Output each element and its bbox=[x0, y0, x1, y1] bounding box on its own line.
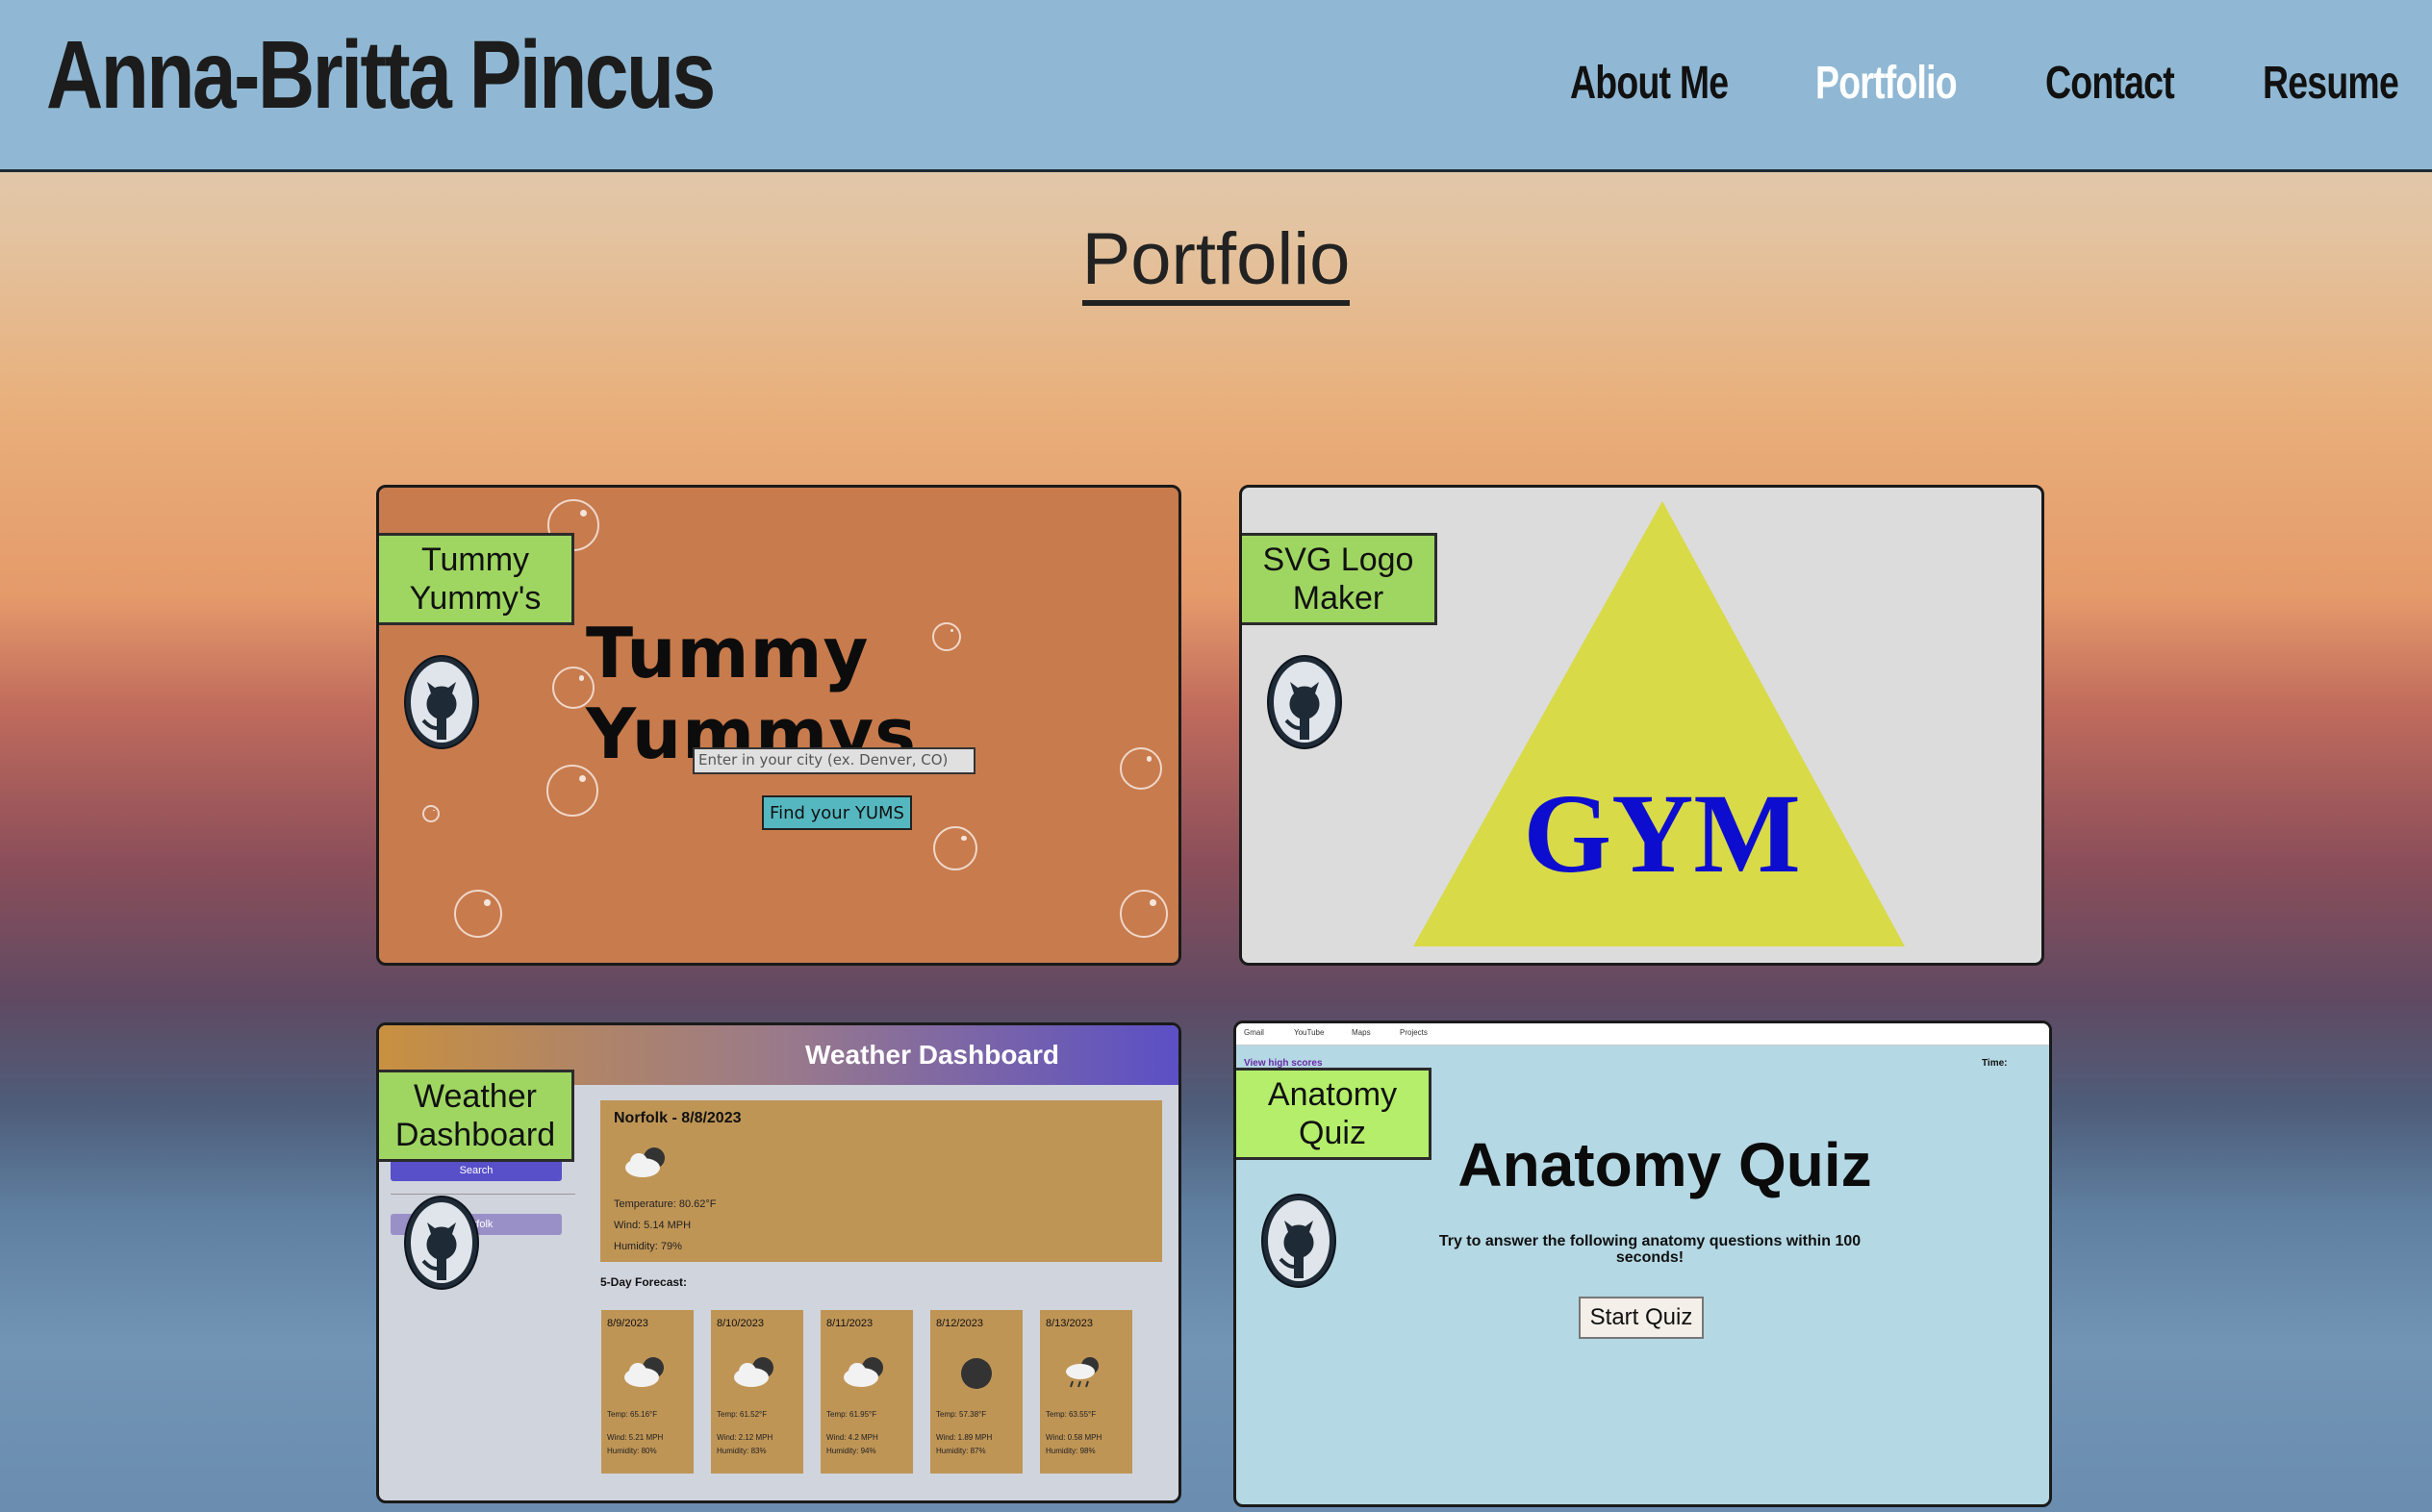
weather-preview-forecast-title: 5-Day Forecast: bbox=[600, 1275, 688, 1289]
cloud-icon bbox=[844, 1357, 883, 1387]
browser-bookmarks-bar: Gmail YouTube Maps Projects bbox=[1236, 1023, 2049, 1046]
forecast-date: 8/10/2023 bbox=[717, 1318, 764, 1329]
github-icon[interactable] bbox=[402, 653, 481, 751]
tummy-preview-find-button: Find your YUMS bbox=[762, 795, 912, 830]
project-label-line2: Maker bbox=[1292, 580, 1384, 617]
bubble-decoration bbox=[454, 890, 502, 938]
weather-preview-search-button: Search bbox=[391, 1160, 562, 1181]
nav-portfolio[interactable]: Portfolio bbox=[1815, 50, 1958, 117]
main-nav: About Me Portfolio Contact Resume bbox=[0, 50, 2432, 117]
github-icon[interactable] bbox=[1259, 1192, 1338, 1290]
project-label-line2: Yummy's bbox=[409, 580, 542, 617]
github-icon[interactable] bbox=[1265, 653, 1344, 751]
forecast-date: 8/9/2023 bbox=[607, 1318, 648, 1329]
anatomy-preview-start-button: Start Quiz bbox=[1579, 1297, 1704, 1339]
site-header: Anna-Britta Pincus About Me Portfolio Co… bbox=[0, 0, 2432, 172]
forecast-day: 8/13/2023 Temp: 63.55°F Wind: 0.58 MPH H… bbox=[1040, 1310, 1132, 1474]
overcast-icon bbox=[961, 1358, 992, 1389]
cloud-icon bbox=[624, 1357, 664, 1387]
project-card-weather-dashboard[interactable]: Weather Dashboard Search Norfolk Norfolk… bbox=[376, 1022, 1181, 1503]
tummy-preview-city-input: Enter in your city (ex. Denver, CO) bbox=[693, 747, 975, 774]
forecast-wind: Wind: 1.89 MPH bbox=[936, 1433, 993, 1442]
github-icon[interactable] bbox=[402, 1194, 481, 1292]
weather-preview-temp: Temperature: 80.62°F bbox=[614, 1198, 717, 1210]
rain-cloud-icon bbox=[1066, 1357, 1099, 1388]
project-label-line1: SVG Logo bbox=[1262, 542, 1414, 578]
nav-about-me[interactable]: About Me bbox=[1570, 50, 1729, 117]
forecast-temp: Temp: 61.95°F bbox=[826, 1410, 877, 1419]
forecast-humidity: Humidity: 80% bbox=[607, 1447, 657, 1455]
project-card-tummy-yummys[interactable]: Tummy Yummy's Tummy Yummys Enter in your … bbox=[376, 485, 1181, 966]
project-label: SVG Logo Maker bbox=[1242, 533, 1437, 625]
forecast-wind: Wind: 2.12 MPH bbox=[717, 1433, 773, 1442]
forecast-day: 8/11/2023 Temp: 61.95°F Wind: 4.2 MPH Hu… bbox=[821, 1310, 913, 1474]
cloud-icon bbox=[625, 1147, 665, 1177]
bookmark-gmail: Gmail bbox=[1244, 1028, 1264, 1037]
forecast-day: 8/12/2023 Temp: 57.38°F Wind: 1.89 MPH H… bbox=[930, 1310, 1023, 1474]
forecast-wind: Wind: 4.2 MPH bbox=[826, 1433, 878, 1442]
forecast-day: 8/10/2023 Temp: 61.52°F Wind: 2.12 MPH H… bbox=[711, 1310, 803, 1474]
weather-preview-humidity: Humidity: 79% bbox=[614, 1241, 682, 1252]
bubble-decoration bbox=[422, 805, 440, 822]
bookmark-maps: Maps bbox=[1352, 1028, 1371, 1037]
cloud-icon bbox=[734, 1357, 773, 1387]
page-heading: Portfolio bbox=[0, 214, 2432, 306]
project-label: Tummy Yummy's bbox=[379, 533, 574, 625]
nav-contact[interactable]: Contact bbox=[2045, 50, 2175, 117]
forecast-date: 8/13/2023 bbox=[1046, 1318, 1093, 1329]
project-label-line1: Tummy bbox=[420, 542, 530, 578]
bookmark-youtube: YouTube bbox=[1294, 1028, 1325, 1037]
forecast-date: 8/11/2023 bbox=[826, 1318, 874, 1329]
project-label-line1: Weather bbox=[414, 1078, 537, 1115]
weather-preview-city-date: Norfolk - 8/8/2023 bbox=[614, 1110, 742, 1126]
forecast-humidity: Humidity: 83% bbox=[717, 1447, 767, 1455]
page-heading-text: Portfolio bbox=[1081, 218, 1351, 306]
forecast-temp: Temp: 65.16°F bbox=[607, 1410, 658, 1419]
forecast-wind: Wind: 0.58 MPH bbox=[1046, 1433, 1102, 1442]
project-card-anatomy-quiz[interactable]: Gmail YouTube Maps Projects View high sc… bbox=[1233, 1021, 2052, 1507]
forecast-temp: Temp: 57.38°F bbox=[936, 1410, 987, 1419]
project-label-line1: Anatomy bbox=[1267, 1076, 1398, 1113]
project-label-line2: Dashboard bbox=[394, 1117, 556, 1153]
project-label-line2: Quiz bbox=[1299, 1115, 1366, 1151]
anatomy-preview-subtitle: Try to answer the following anatomy ques… bbox=[1438, 1233, 1862, 1266]
bubble-decoration bbox=[1120, 890, 1168, 938]
nav-resume[interactable]: Resume bbox=[2263, 50, 2399, 117]
project-card-svg-logo-maker[interactable]: GYM SVG Logo Maker bbox=[1239, 485, 2044, 966]
forecast-humidity: Humidity: 98% bbox=[1046, 1447, 1096, 1455]
forecast-temp: Temp: 63.55°F bbox=[1046, 1410, 1097, 1419]
forecast-day: 8/9/2023 Temp: 65.16°F Wind: 5.21 MPH Hu… bbox=[601, 1310, 694, 1474]
forecast-wind: Wind: 5.21 MPH bbox=[607, 1433, 664, 1442]
anatomy-preview-time: Time: bbox=[1982, 1058, 2008, 1069]
bubble-decoration bbox=[933, 826, 977, 870]
forecast-date: 8/12/2023 bbox=[936, 1318, 983, 1329]
forecast-humidity: Humidity: 87% bbox=[936, 1447, 986, 1455]
weather-preview-wind: Wind: 5.14 MPH bbox=[614, 1220, 692, 1231]
bookmark-projects: Projects bbox=[1400, 1028, 1428, 1037]
project-label: Weather Dashboard bbox=[379, 1070, 574, 1162]
forecast-humidity: Humidity: 94% bbox=[826, 1447, 876, 1455]
forecast-temp: Temp: 61.52°F bbox=[717, 1410, 768, 1419]
logo-text: GYM bbox=[1523, 770, 1801, 896]
weather-preview-today: Norfolk - 8/8/2023 Temperature: 80.62°F … bbox=[600, 1100, 1162, 1262]
project-label: Anatomy Quiz bbox=[1236, 1068, 1431, 1160]
